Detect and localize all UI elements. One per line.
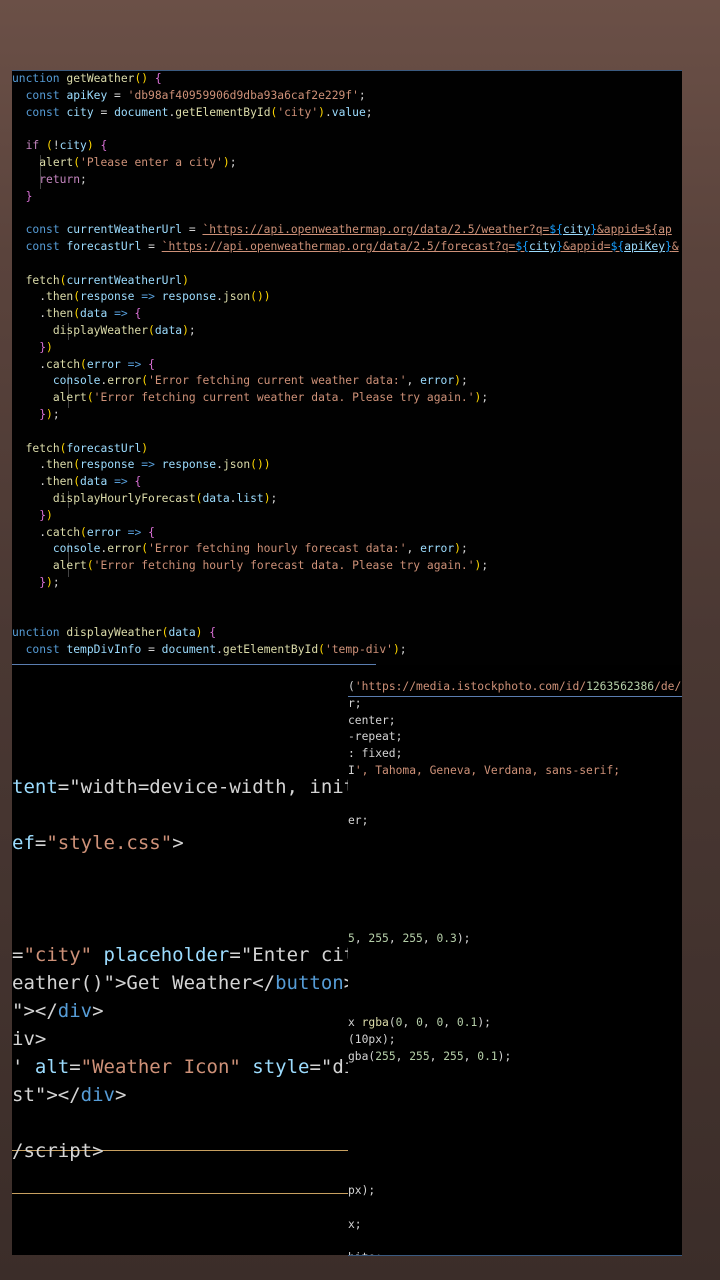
css-code-line: x; <box>348 1217 362 1231</box>
js-code-line: }); <box>39 576 60 589</box>
css-code-line: x rgba(0, 0, 0, 0.1); <box>348 1016 491 1029</box>
js-code-line: const tempDivInfo = document.getElementB… <box>25 643 407 657</box>
pane-separator <box>348 696 682 697</box>
js-code-line: .then(response => response.json()) <box>12 290 271 304</box>
html-code-line: iv> <box>12 1028 47 1050</box>
js-code-line: alert('Error fetching hourly forecast da… <box>52 559 489 573</box>
js-code-line: if (!city) { <box>25 139 108 153</box>
js-code-line: const city = document.getElementById('ci… <box>25 105 373 119</box>
js-code-line: .then(response => response.json()) <box>12 458 271 472</box>
js-code-line: unction getWeather() { <box>12 72 162 85</box>
js-code-line: fetch(forecastUrl) <box>25 441 149 455</box>
html-code-line: eather()">Get Weather</button> <box>12 972 350 994</box>
html-code-line: ="city" placeholder="Enter city <box>12 944 350 966</box>
css-code-line: r; <box>348 696 362 710</box>
js-code-line: fetch(currentWeatherUrl) <box>25 273 189 287</box>
html-editor-pane[interactable]: tent="width=device-width, init ef="style.… <box>12 665 350 1255</box>
js-code-line: const currentWeatherUrl = `https://api.o… <box>25 223 672 237</box>
js-code-line: .then(data => { <box>12 307 142 321</box>
js-code-line: alert('Please enter a city'); <box>39 156 237 169</box>
js-editor-pane[interactable]: unction getWeather() { const apiKey = 'd… <box>12 70 682 666</box>
html-code-line: /script> <box>12 1140 104 1162</box>
js-code-line: unction displayWeather(data) { <box>12 626 217 640</box>
css-editor-pane[interactable]: ('https://media.istockphoto.com/id/12635… <box>348 665 682 1256</box>
js-code-line: }); <box>39 408 60 421</box>
js-code-line: console.error('Error fetching hourly for… <box>52 542 468 556</box>
css-code-line: -repeat; <box>348 730 403 744</box>
css-code-line: (10px); <box>348 1032 396 1046</box>
js-code-line: return; <box>39 172 87 186</box>
js-code-line: }) <box>39 340 53 354</box>
css-code-line: ('https://media.istockphoto.com/id/12635… <box>348 680 682 693</box>
js-code-line: .catch(error => { <box>12 357 155 371</box>
css-code-line: px); <box>348 1184 376 1197</box>
html-code-line: st"></div> <box>12 1084 127 1106</box>
js-code-line: const forecastUrl = `https://api.openwea… <box>25 240 679 253</box>
html-code-line: "></div> <box>12 1000 104 1022</box>
css-code-line: I', Tahoma, Geneva, Verdana, sans-serif; <box>348 764 621 777</box>
js-code-line: alert('Error fetching current weather da… <box>52 391 489 405</box>
css-code-line: hite; <box>348 1250 382 1255</box>
js-code-line: .then(data => { <box>12 475 142 489</box>
css-code-line: gba(255, 255, 255, 0.1); <box>348 1049 512 1063</box>
js-code-line: displayWeather(data); <box>52 324 196 337</box>
html-code-line: tent="width=device-width, init <box>12 776 350 798</box>
html-code-line: ef="style.css"> <box>12 832 184 854</box>
html-code-line: ' alt="Weather Icon" style="di <box>12 1056 350 1078</box>
js-code-line: .catch(error => { <box>12 525 155 539</box>
js-code-line: const apiKey = 'db98af40959906d9dba93a6c… <box>25 88 366 102</box>
js-code-line: console.error('Error fetching current we… <box>52 374 468 388</box>
pane-separator <box>12 1193 348 1194</box>
js-code-line: displayHourlyForecast(data.list); <box>52 492 278 505</box>
css-code-line: er; <box>348 814 369 828</box>
css-code-line: center; <box>348 713 396 727</box>
js-code-line: }) <box>39 508 53 522</box>
js-code-line: } <box>25 189 33 203</box>
css-code-line: : fixed; <box>348 747 403 761</box>
css-code-line: 5, 255, 255, 0.3); <box>348 932 471 945</box>
